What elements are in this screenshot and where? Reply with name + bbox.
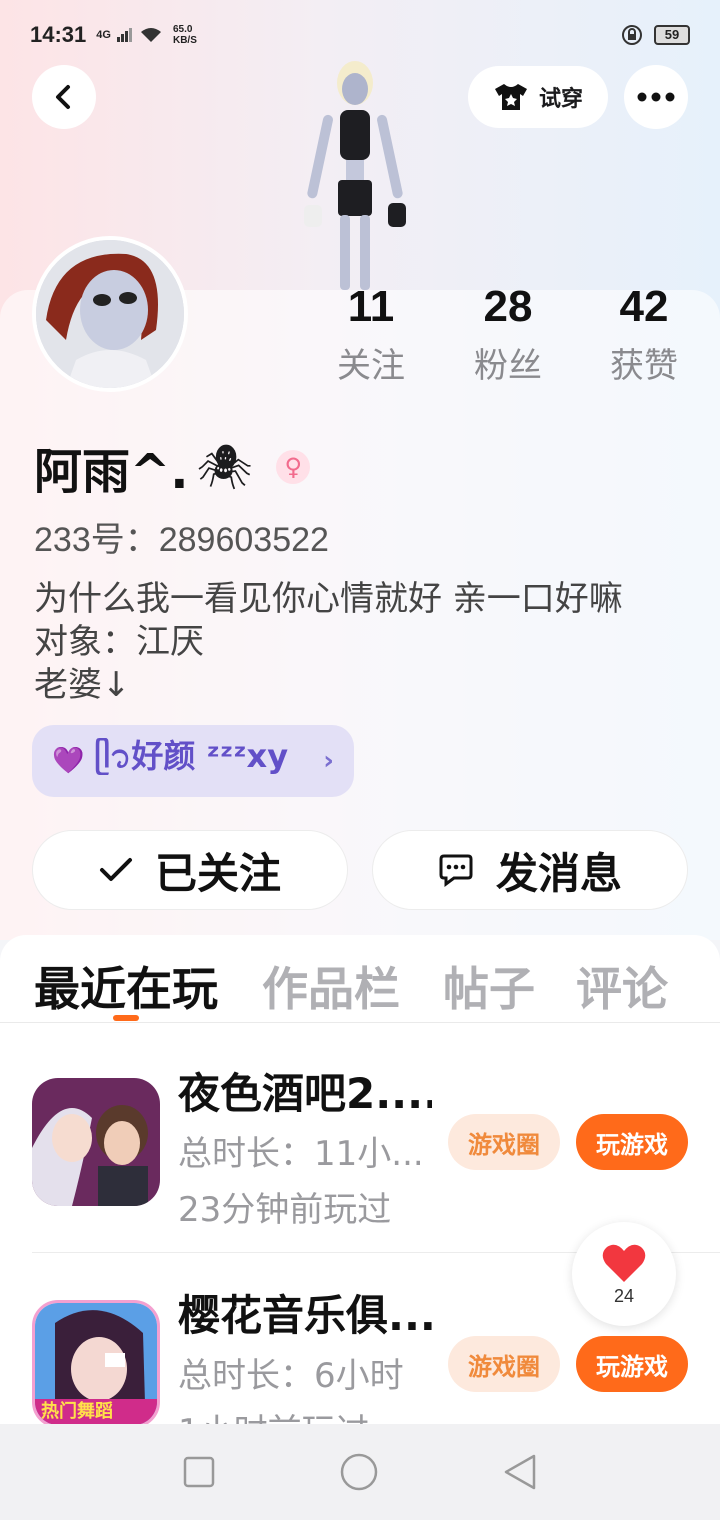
tab-posts[interactable]: 帖子 <box>443 953 535 1019</box>
more-icon <box>637 92 675 102</box>
stat-followers[interactable]: 28 粉丝 <box>453 282 563 387</box>
back-icon[interactable] <box>502 1453 538 1491</box>
heart-icon: 💜 <box>52 746 85 776</box>
likes-label: 获赞 <box>610 346 678 386</box>
user-id[interactable]: 233号：289603522 <box>34 512 329 561</box>
like-button[interactable]: 24 <box>572 1222 676 1326</box>
back-button[interactable] <box>32 65 96 129</box>
followed-button[interactable]: 已关注 <box>32 830 348 910</box>
like-count: 24 <box>613 1285 635 1306</box>
followers-count: 28 <box>483 282 533 331</box>
more-button[interactable] <box>624 65 688 129</box>
send-message-button[interactable]: 发消息 <box>372 830 688 910</box>
following-label: 关注 <box>337 346 405 386</box>
try-on-label: 试穿 <box>538 87 583 112</box>
nickname-row: 阿雨^. 🕷 ♀ <box>34 432 311 502</box>
rotation-lock-icon <box>622 25 642 45</box>
network-type: 4G <box>96 29 111 41</box>
recent-apps-icon[interactable] <box>182 1455 216 1489</box>
game-last-played: 23分钟前玩过 <box>178 1190 392 1230</box>
active-tab-indicator <box>113 1015 139 1021</box>
divider <box>0 1022 720 1023</box>
stat-likes[interactable]: 42 获赞 <box>589 282 699 387</box>
game-circle-button[interactable]: 游戏圈 <box>448 1336 560 1392</box>
tab-comments[interactable]: 评论 <box>576 953 668 1019</box>
female-icon: ♀ <box>284 453 303 481</box>
tab-bar: 最近在玩 作品栏 帖子 评论 <box>0 953 720 1023</box>
avatar-3d-figure[interactable] <box>290 55 420 295</box>
game-list-item[interactable]: 夜色酒吧2.... 总时长：11小... 23分钟前玩过 游戏圈 玩游戏 <box>0 1052 720 1252</box>
stat-following[interactable]: 11 关注 <box>316 282 426 387</box>
followers-label: 粉丝 <box>474 346 542 386</box>
bio: 为什么我一看见你心情就好 亲一口好嘛 对象：江厌 老婆↓ <box>34 578 623 707</box>
battery-indicator: 59 <box>654 25 690 45</box>
tab-works[interactable]: 作品栏 <box>262 953 400 1019</box>
likes-count: 42 <box>619 282 669 331</box>
network-speed: 65.0 KB/S <box>172 24 197 46</box>
followed-label: 已关注 <box>154 848 281 898</box>
status-time: 14:31 <box>30 22 87 47</box>
nickname: 阿雨^. <box>34 444 189 500</box>
gender-badge: ♀ <box>276 450 311 484</box>
chevron-right-icon: › <box>323 746 334 776</box>
home-icon[interactable] <box>339 1452 379 1492</box>
avatar[interactable] <box>32 236 188 392</box>
chat-bubble-icon <box>439 854 473 887</box>
game-circle-button[interactable]: 游戏圈 <box>448 1114 560 1170</box>
game-title: 樱花音乐俱... <box>178 1291 432 1340</box>
game-total-duration: 总时长：6小时 <box>178 1356 404 1396</box>
spider-emoji: 🕷 <box>196 442 253 493</box>
heart-icon <box>602 1244 646 1282</box>
linked-profile-tag[interactable]: 💜 ᥫ᭡好颜 ᶻᶻᶻxy › <box>32 725 354 797</box>
system-navigation-bar <box>0 1424 720 1520</box>
game-total-duration: 总时长：11小... <box>178 1134 424 1174</box>
uid-value: 289603522 <box>158 521 329 559</box>
bio-line: 对象：江厌 <box>34 622 204 662</box>
game-icon-night-bar[interactable] <box>32 1078 160 1206</box>
game-title: 夜色酒吧2.... <box>178 1069 432 1118</box>
wifi-icon <box>140 28 161 42</box>
play-game-button[interactable]: 玩游戏 <box>576 1336 688 1392</box>
bio-line: 老婆↓ <box>34 665 131 705</box>
tab-recently-played[interactable]: 最近在玩 <box>34 953 218 1019</box>
tshirt-icon <box>494 84 527 110</box>
play-game-button[interactable]: 玩游戏 <box>576 1114 688 1170</box>
check-icon <box>99 858 132 881</box>
tag-text: ᥫ᭡好颜 ᶻᶻᶻxy <box>94 737 289 775</box>
uid-label: 233号： <box>34 521 159 559</box>
following-count: 11 <box>347 282 395 331</box>
signal-icon <box>116 28 132 42</box>
network-indicator: 4G 65.0 KB/S <box>96 24 197 46</box>
send-message-label: 发消息 <box>495 848 622 898</box>
back-chevron-icon <box>56 85 70 109</box>
try-on-button[interactable]: 试穿 <box>468 66 608 128</box>
bio-line: 为什么我一看见你心情就好 亲一口好嘛 <box>34 579 623 619</box>
game-icon-sakura-music[interactable]: 热门舞蹈 <box>32 1300 160 1428</box>
game-icon-badge: 热门舞蹈 <box>41 1401 113 1422</box>
